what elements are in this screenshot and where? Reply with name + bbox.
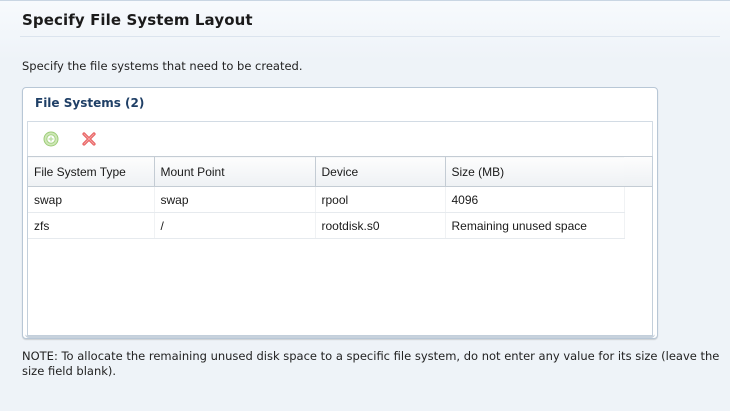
cell-mount-point[interactable]: swap <box>154 186 316 213</box>
table-toolbar <box>27 121 653 157</box>
title-divider <box>20 36 720 37</box>
cell-size[interactable]: Remaining unused space <box>445 212 625 239</box>
add-circle-icon <box>43 131 59 147</box>
column-header-size[interactable]: Size (MB) <box>445 156 625 187</box>
add-file-system-button[interactable] <box>42 130 60 148</box>
cell-device[interactable]: rpool <box>315 186 446 213</box>
panel-header: File Systems (2) <box>35 96 145 110</box>
table-row[interactable]: swap swap rpool 4096 <box>28 186 625 213</box>
cell-mount-point[interactable]: / <box>154 212 316 239</box>
cell-size[interactable]: 4096 <box>445 186 625 213</box>
table-header-row: File System Type Mount Point Device Size… <box>28 156 625 187</box>
delete-file-system-button[interactable] <box>80 130 98 148</box>
table-header-filler <box>624 156 652 187</box>
file-systems-table-container: File System Type Mount Point Device Size… <box>27 156 653 336</box>
cell-file-system-type[interactable]: zfs <box>28 212 155 239</box>
file-systems-panel: File Systems (2) File System Type Mount … <box>22 87 658 339</box>
column-header-mount-point[interactable]: Mount Point <box>154 156 316 187</box>
cell-device[interactable]: rootdisk.s0 <box>315 212 446 239</box>
cell-file-system-type[interactable]: swap <box>28 186 155 213</box>
file-systems-table: File System Type Mount Point Device Size… <box>28 156 625 239</box>
column-header-file-system-type[interactable]: File System Type <box>28 156 155 187</box>
page-title: Specify File System Layout <box>22 11 253 29</box>
column-header-device[interactable]: Device <box>315 156 446 187</box>
page-description: Specify the file systems that need to be… <box>22 59 303 73</box>
page: Specify File System Layout Specify the f… <box>0 0 730 411</box>
panel-bottom-edge <box>25 332 655 338</box>
size-note: NOTE: To allocate the remaining unused d… <box>22 349 720 378</box>
table-row[interactable]: zfs / rootdisk.s0 Remaining unused space <box>28 212 625 239</box>
delete-x-icon <box>82 132 96 146</box>
